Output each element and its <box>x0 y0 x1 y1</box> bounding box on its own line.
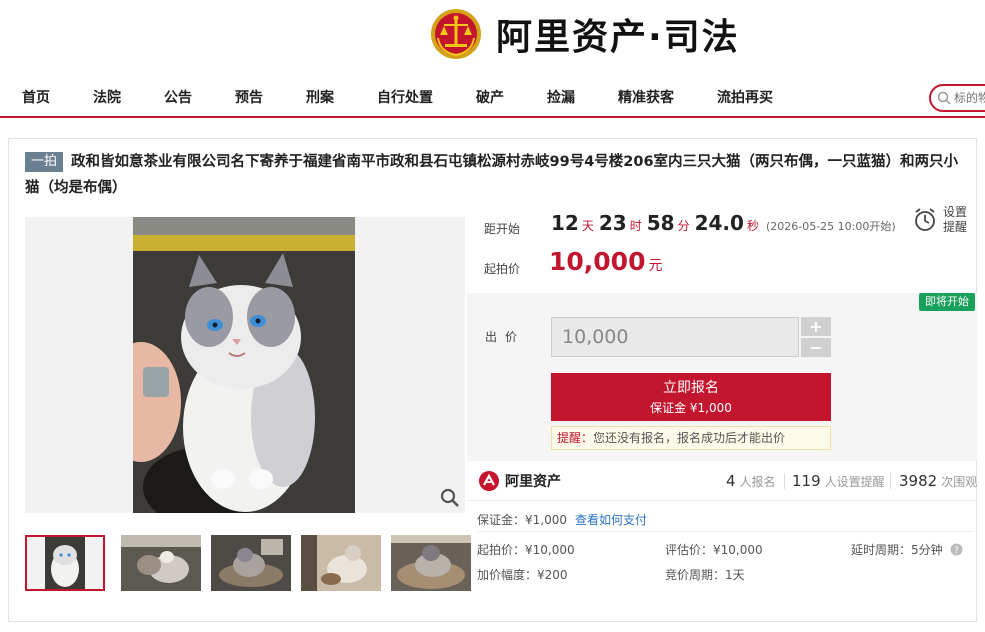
logo-text: 阿里资产·司法 <box>496 17 740 58</box>
brand-name: 阿里资产 <box>505 474 561 490</box>
signup-count-value: 4 <box>726 472 736 490</box>
status-badge: 即将开始 <box>919 293 975 311</box>
reminder-count: 119 人设置提醒 <box>792 472 885 490</box>
countdown-seconds-unit: 秒 <box>746 219 759 233</box>
signup-count: 4 人报名 <box>726 472 776 490</box>
view-count-label: 次围观 <box>941 475 978 489</box>
zoom-icon[interactable] <box>439 487 461 509</box>
reminder-label-line2: 提醒 <box>943 220 968 234</box>
register-deposit-label: 保证金 ¥1,000 <box>650 401 732 415</box>
nav-item-courts[interactable]: 法院 <box>93 87 121 107</box>
nav-item-announcements[interactable]: 公告 <box>164 87 192 107</box>
auction-details: 保证金：¥1,000 查看如何支付 起拍价：¥10,000 评估价：¥10,000… <box>467 501 977 611</box>
set-reminder-button[interactable]: 设置 提醒 <box>913 205 975 235</box>
register-tip: 提醒：您还没有报名，报名成功后才能出价 <box>551 426 831 450</box>
nav-item-previews[interactable]: 预告 <box>235 87 263 107</box>
tip-prefix: 提醒： <box>557 431 594 445</box>
auction-title: 一拍 政和皆如意茶业有限公司名下寄养于福建省南平市政和县石屯镇松源村赤岐99号4号… <box>25 149 965 201</box>
search-box[interactable] <box>929 84 985 112</box>
bid-decrease-button[interactable]: − <box>801 338 831 357</box>
nav-item-bargains[interactable]: 捡漏 <box>547 87 575 107</box>
thumbnail-5[interactable] <box>391 535 471 591</box>
nav-item-home[interactable]: 首页 <box>22 87 50 107</box>
countdown-hours: 23 <box>598 211 627 235</box>
bid-label: 出价 <box>485 330 526 344</box>
alarm-clock-icon <box>915 208 935 231</box>
bid-increase-button[interactable]: + <box>801 317 831 336</box>
start-price-label: 起拍价 <box>484 262 521 276</box>
start-price-unit: 元 <box>648 258 663 274</box>
svg-text:?: ? <box>955 546 960 556</box>
view-count: 3982 次围观 <box>899 472 977 490</box>
start-price: 10,000 元 <box>549 247 662 276</box>
main-nav: 首页 法院 公告 预告 刑案 自行处置 破产 捡漏 精准获客 流拍再买 <box>0 78 985 118</box>
countdown-minutes: 58 <box>646 211 675 235</box>
countdown-days-unit: 天 <box>581 219 594 233</box>
auction-info: 距开始 12 天 23 时 58 分 24.0 秒 (2026-05-25 10:00开… <box>467 199 977 293</box>
ali-assets-logo-icon <box>479 471 499 491</box>
nav-item-rebuy[interactable]: 流拍再买 <box>717 87 773 107</box>
reminder-label-line1: 设置 <box>943 205 968 219</box>
countdown: 12 天 23 时 58 分 24.0 秒 (2026-05-25 10:00开始) <box>551 211 896 235</box>
increment-detail: 加价幅度：¥200 <box>477 568 568 582</box>
countdown-label: 距开始 <box>484 222 521 236</box>
nav-item-criminal[interactable]: 刑案 <box>306 87 334 107</box>
nav-item-self-disposal[interactable]: 自行处置 <box>377 87 433 107</box>
register-button-label: 立即报名 <box>663 380 719 396</box>
thumbnail-4[interactable] <box>301 535 381 591</box>
stat-divider <box>784 473 785 489</box>
site-header: 阿里资产·司法 <box>0 0 985 70</box>
nav-item-bankruptcy[interactable]: 破产 <box>476 87 504 107</box>
site-logo[interactable]: 阿里资产·司法 <box>430 8 740 60</box>
bid-amount-input[interactable]: 10,000 <box>551 317 799 357</box>
search-input[interactable] <box>954 91 985 105</box>
countdown-seconds: 24.0 <box>694 211 744 235</box>
delay-period-text: 延时周期：5分钟 <box>851 543 943 557</box>
bid-panel: 即将开始 出价 10,000 + − 立即报名 保证金 ¥1,000 提醒：您还… <box>467 293 977 461</box>
view-count-value: 3982 <box>899 472 938 490</box>
reminder-count-value: 119 <box>792 472 821 490</box>
details-divider <box>477 531 973 532</box>
delay-period-detail: 延时周期：5分钟 ? <box>851 541 963 558</box>
auction-round-badge: 一拍 <box>25 152 64 172</box>
nav-item-precise-leads[interactable]: 精准获客 <box>618 87 674 107</box>
main-photo[interactable] <box>133 217 355 513</box>
stat-divider <box>890 473 891 489</box>
countdown-days: 12 <box>551 211 579 235</box>
thumbnail-3[interactable] <box>211 535 291 591</box>
thumbnail-2[interactable] <box>121 535 201 591</box>
auction-stats: 阿里资产 4 人报名 119 人设置提醒 3982 次围观 <box>467 461 977 501</box>
auction-title-text: 政和皆如意茶业有限公司名下寄养于福建省南平市政和县石屯镇松源村赤岐99号4号楼2… <box>25 154 959 196</box>
auction-card: 一拍 政和皆如意茶业有限公司名下寄养于福建省南平市政和县石屯镇松源村赤岐99号4号… <box>8 138 977 622</box>
bidding-period-detail: 竞价周期：1天 <box>665 568 745 582</box>
deposit-detail: 保证金：¥1,000 查看如何支付 <box>477 511 647 528</box>
court-emblem-icon <box>431 9 481 59</box>
how-to-pay-link[interactable]: 查看如何支付 <box>575 513 647 527</box>
start-price-value: 10,000 <box>549 247 646 276</box>
tip-text: 您还没有报名，报名成功后才能出价 <box>593 431 786 445</box>
signup-count-label: 人报名 <box>739 475 776 489</box>
thumbnail-strip <box>25 535 471 591</box>
countdown-minutes-unit: 分 <box>677 219 690 233</box>
reminder-count-label: 人设置提醒 <box>824 475 885 489</box>
image-gallery <box>25 217 465 513</box>
search-icon <box>937 91 951 105</box>
start-price-detail: 起拍价：¥10,000 <box>477 543 575 557</box>
help-icon[interactable]: ? <box>950 543 963 556</box>
deposit-text: 保证金：¥1,000 <box>477 513 567 527</box>
thumbnail-1[interactable] <box>25 535 105 591</box>
appraisal-detail: 评估价：¥10,000 <box>665 543 763 557</box>
platform-brand: 阿里资产 <box>479 471 561 491</box>
register-button[interactable]: 立即报名 保证金 ¥1,000 <box>551 373 831 421</box>
countdown-hours-unit: 时 <box>629 219 642 233</box>
start-time-note: (2026-05-25 10:00开始) <box>765 220 896 233</box>
